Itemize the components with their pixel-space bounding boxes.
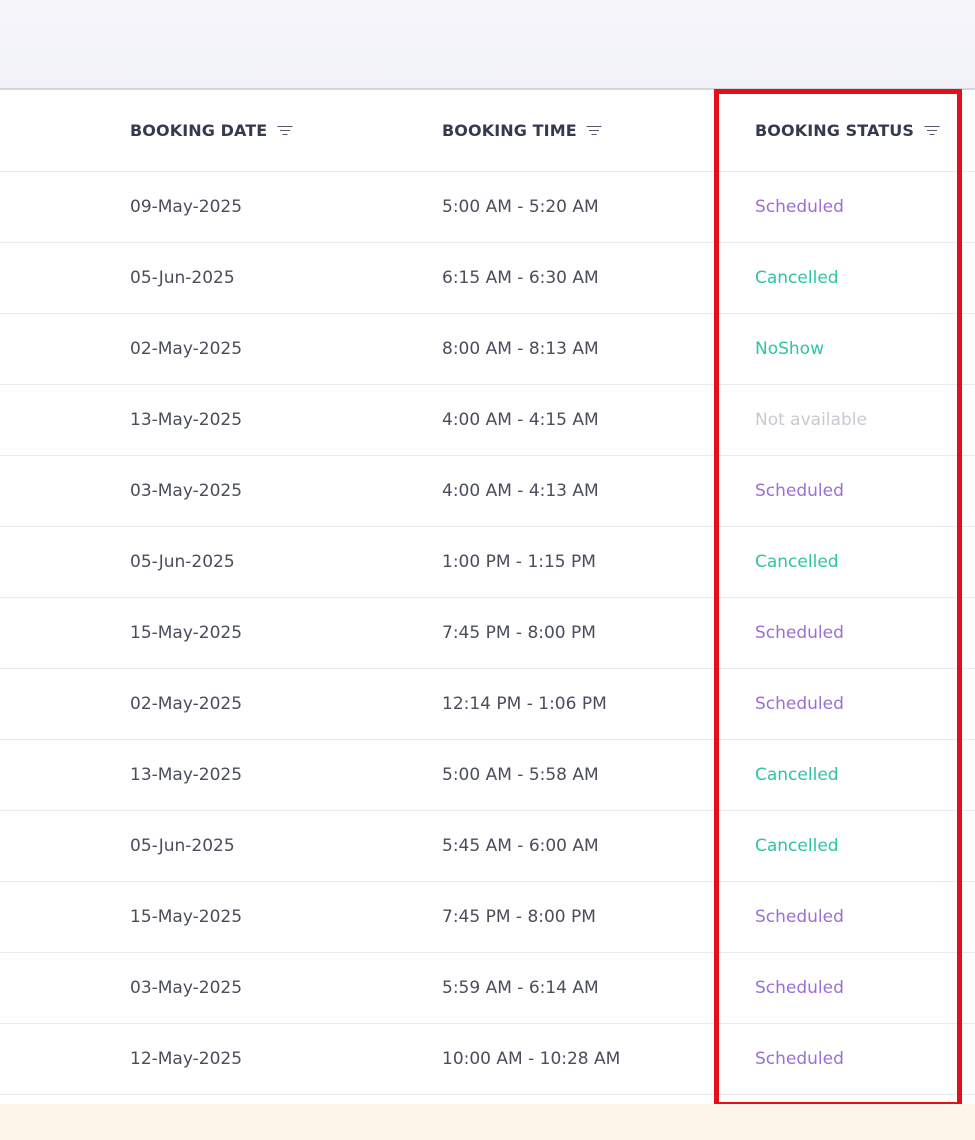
booking-status-cell: Scheduled bbox=[755, 978, 844, 998]
column-header-booking-status[interactable]: BOOKING STATUS bbox=[755, 90, 940, 171]
booking-time-cell: 5:59 AM - 6:14 AM bbox=[442, 978, 599, 998]
table-row[interactable]: 02-May-2025 8:00 AM - 8:13 AM NoShow bbox=[0, 314, 975, 385]
booking-status-cell: Scheduled bbox=[755, 694, 844, 714]
booking-time-cell: 12:14 PM - 1:06 PM bbox=[442, 694, 607, 714]
booking-time-cell: 8:00 AM - 8:13 AM bbox=[442, 339, 599, 359]
table-row[interactable]: 15-May-2025 7:45 PM - 8:00 PM Scheduled bbox=[0, 882, 975, 953]
booking-status-cell: Scheduled bbox=[755, 197, 844, 217]
booking-date-cell: 13-May-2025 bbox=[130, 410, 243, 430]
booking-time-cell: 6:15 AM - 6:30 AM bbox=[442, 268, 599, 288]
booking-time-cell: 7:45 PM - 8:00 PM bbox=[442, 623, 596, 643]
booking-status-cell: Cancelled bbox=[755, 836, 839, 856]
table-row[interactable]: 13-May-2025 4:00 AM - 4:15 AM Not availa… bbox=[0, 385, 975, 456]
column-header-label: BOOKING STATUS bbox=[755, 121, 915, 140]
booking-status-cell: Scheduled bbox=[755, 907, 844, 927]
booking-status-cell: NoShow bbox=[755, 339, 824, 359]
booking-time-cell: 5:45 AM - 6:00 AM bbox=[442, 836, 599, 856]
table-row[interactable]: 13-May-2025 5:00 AM - 5:58 AM Cancelled bbox=[0, 740, 975, 811]
column-header-label: BOOKING DATE bbox=[130, 121, 268, 140]
booking-date-cell: 03-May-2025 bbox=[130, 978, 243, 998]
table-row[interactable]: 03-May-2025 4:00 AM - 4:13 AM Scheduled bbox=[0, 456, 975, 527]
top-toolbar-area bbox=[0, 0, 975, 90]
table-row[interactable]: 15-May-2025 7:45 PM - 8:00 PM Scheduled bbox=[0, 598, 975, 669]
table-row[interactable]: 05-Jun-2025 6:15 AM - 6:30 AM Cancelled bbox=[0, 243, 975, 314]
table-row[interactable]: 05-Jun-2025 5:45 AM - 6:00 AM Cancelled bbox=[0, 811, 975, 882]
booking-status-cell: Cancelled bbox=[755, 765, 839, 785]
table-row[interactable]: 12-May-2025 10:00 AM - 10:28 AM Schedule… bbox=[0, 1024, 975, 1095]
table-row[interactable]: 02-May-2025 12:14 PM - 1:06 PM Scheduled bbox=[0, 669, 975, 740]
booking-date-cell: 12-May-2025 bbox=[130, 1049, 243, 1069]
table-footer-strip bbox=[0, 1104, 975, 1140]
table-header-row: BOOKING DATE BOOKING TIME BOOKING STATUS bbox=[0, 90, 975, 172]
table-row[interactable]: 05-Jun-2025 1:00 PM - 1:15 PM Cancelled bbox=[0, 527, 975, 598]
booking-status-cell: Scheduled bbox=[755, 623, 844, 643]
booking-time-cell: 1:00 PM - 1:15 PM bbox=[442, 552, 596, 572]
table-row[interactable]: 03-May-2025 5:59 AM - 6:14 AM Scheduled bbox=[0, 953, 975, 1024]
booking-time-cell: 10:00 AM - 10:28 AM bbox=[442, 1049, 621, 1069]
booking-time-cell: 5:00 AM - 5:20 AM bbox=[442, 197, 599, 217]
booking-status-cell: Cancelled bbox=[755, 552, 839, 572]
table-row[interactable]: 09-May-2025 5:00 AM - 5:20 AM Scheduled bbox=[0, 172, 975, 243]
booking-time-cell: 7:45 PM - 8:00 PM bbox=[442, 907, 596, 927]
booking-status-cell: Not available bbox=[755, 410, 867, 430]
booking-status-cell: Scheduled bbox=[755, 1049, 844, 1069]
booking-date-cell: 05-Jun-2025 bbox=[130, 836, 235, 856]
booking-date-cell: 02-May-2025 bbox=[130, 339, 243, 359]
booking-date-cell: 13-May-2025 bbox=[130, 765, 243, 785]
booking-status-cell: Cancelled bbox=[755, 268, 839, 288]
booking-status-cell: Scheduled bbox=[755, 481, 844, 501]
filter-icon[interactable] bbox=[277, 125, 293, 137]
filter-icon[interactable] bbox=[586, 125, 602, 137]
booking-date-cell: 03-May-2025 bbox=[130, 481, 243, 501]
booking-time-cell: 4:00 AM - 4:15 AM bbox=[442, 410, 599, 430]
bookings-table: BOOKING DATE BOOKING TIME BOOKING STATUS… bbox=[0, 90, 975, 1095]
filter-icon[interactable] bbox=[924, 125, 940, 137]
booking-date-cell: 05-Jun-2025 bbox=[130, 552, 235, 572]
booking-date-cell: 09-May-2025 bbox=[130, 197, 243, 217]
booking-time-cell: 5:00 AM - 5:58 AM bbox=[442, 765, 599, 785]
booking-time-cell: 4:00 AM - 4:13 AM bbox=[442, 481, 599, 501]
booking-date-cell: 02-May-2025 bbox=[130, 694, 243, 714]
column-header-booking-date[interactable]: BOOKING DATE bbox=[130, 90, 293, 171]
booking-date-cell: 15-May-2025 bbox=[130, 623, 243, 643]
column-header-booking-time[interactable]: BOOKING TIME bbox=[442, 90, 602, 171]
booking-date-cell: 15-May-2025 bbox=[130, 907, 243, 927]
booking-date-cell: 05-Jun-2025 bbox=[130, 268, 235, 288]
table-body: 09-May-2025 5:00 AM - 5:20 AM Scheduled … bbox=[0, 172, 975, 1095]
column-header-label: BOOKING TIME bbox=[442, 121, 577, 140]
